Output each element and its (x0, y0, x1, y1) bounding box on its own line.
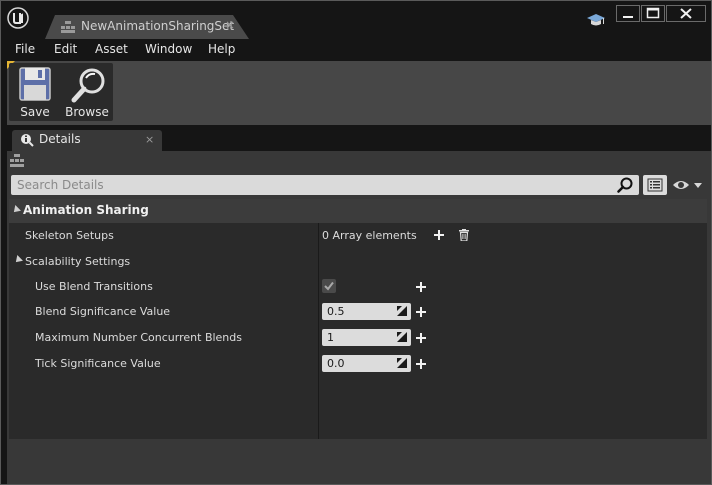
skeleton-setups-label: Skeleton Setups (25, 229, 114, 242)
close-icon (680, 8, 692, 19)
details-panel: Animation Sharing Skeleton Setups 0 Arra… (7, 151, 711, 484)
property-list: Animation Sharing Skeleton Setups 0 Arra… (9, 199, 707, 439)
tick-significance-value: 0.0 (327, 357, 345, 370)
scalability-settings-label: Scalability Settings (25, 255, 131, 268)
reset-plus-icon[interactable] (416, 359, 426, 369)
blend-significance-label: Blend Significance Value (35, 305, 171, 318)
use-blend-transitions-label: Use Blend Transitions (35, 280, 153, 293)
save-disk-icon (19, 67, 51, 101)
details-tab-close-icon[interactable]: × (145, 133, 154, 146)
blend-significance-input[interactable]: 0.5 (322, 303, 411, 320)
reset-plus-icon[interactable] (416, 333, 426, 343)
search-icon[interactable] (617, 177, 633, 193)
visibility-filter-eye-icon[interactable] (671, 178, 705, 192)
blend-significance-value: 0.5 (327, 305, 345, 318)
browse-button[interactable]: Browse (62, 63, 112, 121)
details-info-icon (21, 134, 34, 147)
menu-edit[interactable]: Edit (54, 42, 77, 56)
document-tab[interactable]: NewAnimationSharingSet × (45, 15, 249, 39)
max-concurrent-blends-value: 1 (327, 331, 334, 344)
tick-significance-row: Tick Significance Value 0.0 (9, 351, 707, 377)
menu-asset[interactable]: Asset (95, 42, 128, 56)
use-blend-transitions-row: Use Blend Transitions (9, 274, 707, 300)
max-concurrent-blends-row: Maximum Number Concurrent Blends 1 (9, 325, 707, 351)
menu-help[interactable]: Help (208, 42, 235, 56)
menu-bar: File Edit Asset Window Help (1, 39, 711, 61)
max-concurrent-blends-label: Maximum Number Concurrent Blends (35, 331, 242, 344)
clear-array-trash-icon[interactable] (459, 229, 469, 241)
drag-handle-icon[interactable] (397, 306, 407, 316)
view-options-button[interactable] (643, 175, 667, 195)
asset-grid-icon (61, 21, 75, 33)
unreal-logo-icon[interactable] (7, 7, 29, 29)
graduation-cap-icon[interactable] (587, 13, 605, 29)
maximize-button[interactable] (641, 5, 665, 22)
search-input[interactable] (11, 175, 617, 195)
drag-handle-icon[interactable] (397, 358, 407, 368)
menu-file[interactable]: File (15, 42, 35, 56)
scalability-settings-row[interactable]: Scalability Settings (9, 249, 707, 275)
reset-plus-icon[interactable] (416, 307, 426, 317)
collapse-arrow-icon[interactable] (11, 205, 21, 215)
use-blend-transitions-checkbox[interactable] (322, 279, 336, 293)
details-tab-label: Details (39, 132, 81, 146)
menu-window[interactable]: Window (145, 42, 192, 56)
list-view-icon (647, 178, 663, 192)
save-label: Save (20, 105, 50, 119)
document-tab-close-icon[interactable]: × (225, 18, 235, 32)
skeleton-setups-value: 0 Array elements (322, 229, 417, 242)
blend-significance-row: Blend Significance Value 0.5 (9, 299, 707, 325)
collapse-arrow-icon[interactable] (13, 255, 23, 265)
drag-handle-icon[interactable] (397, 332, 407, 342)
maximize-icon (646, 7, 660, 19)
skeleton-setups-row: Skeleton Setups 0 Array elements (9, 223, 707, 249)
minimize-icon (623, 16, 633, 18)
tick-significance-label: Tick Significance Value (35, 357, 161, 370)
magnifier-icon (71, 68, 105, 103)
panel-tab-strip: Details × (7, 125, 711, 151)
title-bar: NewAnimationSharingSet × (1, 1, 711, 39)
max-concurrent-blends-input[interactable]: 1 (322, 329, 411, 346)
reset-plus-icon[interactable] (416, 282, 426, 292)
minimize-button[interactable] (616, 5, 640, 22)
editor-window: NewAnimationSharingSet × File Edit Asset… (0, 0, 712, 485)
browse-label: Browse (65, 105, 109, 119)
save-button[interactable]: Save (10, 63, 60, 121)
toolbar: Save Browse (7, 61, 711, 125)
hierarchy-icon[interactable] (10, 154, 24, 168)
checkmark-icon (324, 281, 334, 291)
add-element-plus-icon[interactable] (434, 230, 444, 240)
document-tab-label: NewAnimationSharingSet (81, 19, 235, 33)
category-label: Animation Sharing (23, 203, 149, 217)
toolbar-group: Save Browse (9, 63, 113, 121)
search-box (11, 175, 639, 195)
close-button[interactable] (666, 5, 706, 22)
category-animation-sharing[interactable]: Animation Sharing (9, 199, 707, 223)
tick-significance-input[interactable]: 0.0 (322, 355, 411, 372)
tab-details[interactable]: Details × (12, 130, 162, 151)
